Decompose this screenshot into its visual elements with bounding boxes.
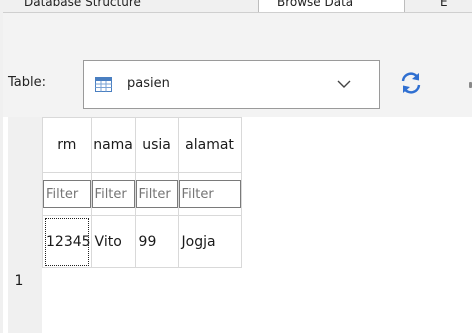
table-label: Table: [8, 75, 46, 90]
cell-rm[interactable]: 12345 [42, 215, 92, 268]
column-header-alamat[interactable]: alamat [177, 117, 242, 173]
table-select-value: pasien [127, 76, 170, 91]
browse-toolbar: Table: pasien [0, 13, 472, 117]
window-left-edge [0, 0, 3, 333]
filter-cell-alamat [177, 172, 242, 216]
table-select[interactable]: pasien [83, 60, 380, 109]
cell-nama[interactable]: Vito [90, 215, 136, 268]
filter-input-nama[interactable] [92, 180, 135, 208]
tab-browse-data-label: Browse Data [277, 0, 354, 9]
filter-input-alamat[interactable] [179, 180, 241, 208]
app-window: Database Structure Browse Data E Table: … [0, 0, 472, 333]
filter-input-rm[interactable] [43, 180, 91, 208]
header-row: rm nama usia alamat [42, 117, 242, 173]
tab-browse-data[interactable]: Browse Data [258, 0, 405, 12]
filter-row [42, 172, 242, 216]
chevron-down-icon[interactable] [337, 80, 351, 89]
filter-input-usia[interactable] [136, 180, 178, 208]
column-header-rm[interactable]: rm [42, 117, 92, 173]
cell-alamat[interactable]: Jogja [177, 215, 242, 268]
filter-cell-usia [134, 172, 179, 216]
filter-cell-nama [90, 172, 136, 216]
filter-cell-rm [42, 172, 92, 216]
tab-bar: Database Structure Browse Data E [0, 0, 472, 12]
row-number[interactable]: 1 [8, 273, 30, 289]
refresh-icon[interactable] [399, 71, 423, 95]
data-table: rm nama usia alamat 1234 [42, 117, 242, 268]
table-row[interactable]: 12345 Vito 99 Jogja [42, 215, 242, 268]
table-icon [95, 77, 112, 92]
tab-database-structure[interactable]: Database Structure [24, 0, 219, 12]
column-header-nama[interactable]: nama [90, 117, 136, 173]
column-header-usia[interactable]: usia [134, 117, 179, 173]
cell-usia[interactable]: 99 [134, 215, 179, 268]
data-grid: 1 rm nama usia alamat Filter Filter Filt… [8, 117, 472, 333]
tab-edit-label: E [440, 0, 448, 9]
tab-database-structure-label: Database Structure [24, 0, 141, 9]
row-number-column [8, 117, 42, 333]
tab-edit[interactable]: E [440, 0, 472, 12]
toolbar-overflow-marker [469, 82, 472, 88]
